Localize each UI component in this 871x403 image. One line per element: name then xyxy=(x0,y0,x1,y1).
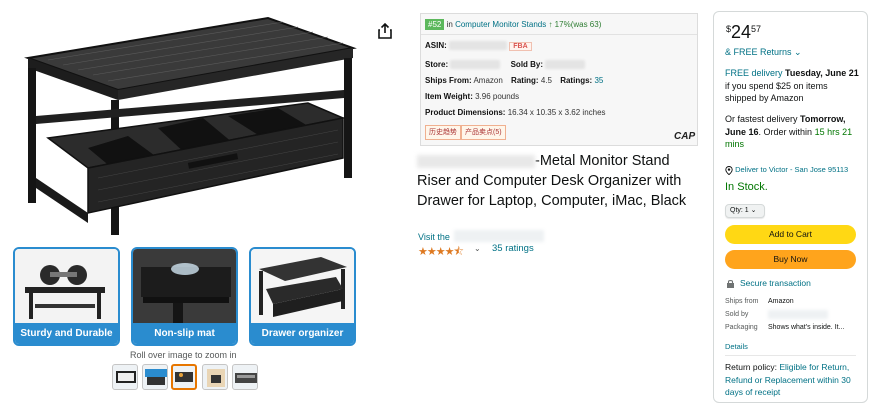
feature-thumb-nonslip[interactable]: Non-slip mat xyxy=(131,247,238,346)
ships-from-value: Amazon xyxy=(473,76,503,85)
drawer-image xyxy=(251,249,354,323)
delivery-date: Tuesday, June 21 xyxy=(785,68,859,78)
ratings-label: Ratings: xyxy=(560,76,593,85)
product-title: -Metal Monitor Stand Riser and Computer … xyxy=(417,151,707,211)
sturdy-image xyxy=(15,249,118,323)
gallery-thumb[interactable] xyxy=(112,364,138,390)
ratings-value: 35 xyxy=(594,76,604,85)
extension-logo: CAP xyxy=(674,131,696,142)
share-icon[interactable] xyxy=(376,22,394,40)
weight-label: Item Weight: xyxy=(425,92,473,101)
thumb-image xyxy=(116,371,136,383)
fastest-date: June 16 xyxy=(725,126,759,137)
rating-label: Rating: xyxy=(511,76,539,85)
add-to-cart-button[interactable]: Add to Cart xyxy=(725,225,856,244)
selling-points-tag[interactable]: 产品卖点(5) xyxy=(461,125,506,140)
fba-badge: FBA xyxy=(509,42,532,51)
delivery-condition: if you spend $25 on items shipped by Ama… xyxy=(725,80,828,104)
main-product-image[interactable] xyxy=(8,8,368,236)
price-history-tag[interactable]: 历史趋势 xyxy=(425,125,461,140)
stock-status: In Stock. xyxy=(725,181,768,193)
fastest-mid: . Order within xyxy=(758,126,813,137)
dimensions-label: Product Dimensions: xyxy=(425,108,506,117)
thumb-image xyxy=(145,369,167,385)
secure-transaction-link[interactable]: Secure transaction xyxy=(740,278,811,288)
rating-value: 4.5 xyxy=(540,76,552,85)
sold-by-redacted xyxy=(768,310,828,319)
rank-category-link[interactable]: Computer Monitor Stands xyxy=(455,20,546,29)
price: $2457 xyxy=(726,22,761,43)
ships-from-label: Ships From: xyxy=(425,76,472,85)
feature-caption: Drawer organizer xyxy=(251,323,354,344)
feature-thumb-drawer[interactable]: Drawer organizer xyxy=(249,247,356,346)
brand-redacted xyxy=(417,154,535,168)
star-rating[interactable]: ★★★★⯪ xyxy=(418,243,464,262)
ships-row: Ships From: Amazon Rating: 4.5 Ratings: … xyxy=(425,76,603,85)
lock-icon xyxy=(727,280,734,288)
dimensions-row: Product Dimensions: 16.34 x 10.35 x 3.62… xyxy=(425,108,606,117)
fastest-pre: Or fastest delivery xyxy=(725,114,798,124)
thumb-image xyxy=(207,369,225,387)
fastest-day: Tomorrow, xyxy=(800,114,846,124)
asin-row: ASIN: FBA xyxy=(425,41,532,51)
details-link[interactable]: Details xyxy=(725,342,748,351)
thumb-image xyxy=(175,372,193,382)
product-info-panel: #52 in Computer Monitor Stands ↑ 17%(was… xyxy=(420,13,698,146)
nonslip-image xyxy=(133,249,236,323)
sold-by-label: Sold by xyxy=(725,311,749,318)
rank-change: ↑ 17%(was 63) xyxy=(548,20,602,29)
dimensions-value: 16.34 x 10.35 x 3.62 inches xyxy=(507,108,606,117)
rank-in: in xyxy=(446,20,453,29)
store-name-redacted xyxy=(454,230,544,242)
price-whole: 24 xyxy=(731,22,752,42)
packaging-label: Packaging xyxy=(725,324,758,331)
feature-thumb-sturdy[interactable]: Sturdy and Durable xyxy=(13,247,120,346)
buy-now-button[interactable]: Buy Now xyxy=(725,250,856,269)
quantity-value: Qty: 1 xyxy=(730,207,749,214)
thumb-image xyxy=(235,373,257,383)
deliver-to-link[interactable]: Deliver to Victor - San Jose 95113 xyxy=(725,165,848,175)
ships-from-value: Amazon xyxy=(768,298,794,305)
gallery-thumb[interactable] xyxy=(142,364,168,390)
sold-by-label: Sold By: xyxy=(510,60,544,69)
bestseller-rank-row: #52 in Computer Monitor Stands ↑ 17%(was… xyxy=(425,19,601,30)
divider xyxy=(725,355,856,356)
chevron-down-icon[interactable]: ⌄ xyxy=(474,244,481,253)
ships-from-label: Ships from xyxy=(725,298,759,305)
return-policy-label: Return policy: xyxy=(725,362,777,372)
visit-store-link[interactable]: Visit the xyxy=(418,232,450,242)
price-fraction: 57 xyxy=(751,24,762,34)
deliver-to-text: Deliver to Victor - San Jose 95113 xyxy=(735,165,849,174)
asin-label: ASIN: xyxy=(425,41,447,50)
packaging-value: Shows what's inside. It... xyxy=(768,324,845,331)
quantity-select[interactable]: Qty: 1 ⌄ xyxy=(725,204,765,218)
store-row: Store: Sold By: xyxy=(425,60,586,70)
feature-caption: Sturdy and Durable xyxy=(15,323,118,344)
store-label: Store: xyxy=(425,60,449,69)
price-symbol: $ xyxy=(726,24,732,34)
chevron-down-icon: ⌄ xyxy=(750,207,757,214)
weight-value: 3.96 pounds xyxy=(475,92,520,101)
seller-redacted xyxy=(545,60,586,70)
fastest-delivery: Or fastest delivery Tomorrow, June 16. O… xyxy=(725,113,861,151)
rank-badge: #52 xyxy=(425,19,445,30)
gallery-thumb[interactable] xyxy=(202,364,228,390)
gallery-thumb[interactable] xyxy=(232,364,258,390)
asin-redacted xyxy=(449,41,508,51)
zoom-hint: Roll over image to zoom in xyxy=(130,350,237,360)
weight-row: Item Weight: 3.96 pounds xyxy=(425,92,519,101)
free-returns-link[interactable]: & FREE Returns ⌄ xyxy=(725,47,802,58)
feature-caption: Non-slip mat xyxy=(133,323,236,344)
delivery-info: FREE delivery Tuesday, June 21 if you sp… xyxy=(725,67,861,105)
ratings-count-link[interactable]: 35 ratings xyxy=(492,243,534,254)
free-delivery-link[interactable]: FREE delivery xyxy=(725,68,783,78)
return-policy: Return policy: Eligible for Return, Refu… xyxy=(725,361,861,399)
gallery-thumb-selected[interactable] xyxy=(171,364,197,390)
location-pin-icon xyxy=(725,165,733,175)
store-redacted xyxy=(450,60,501,70)
